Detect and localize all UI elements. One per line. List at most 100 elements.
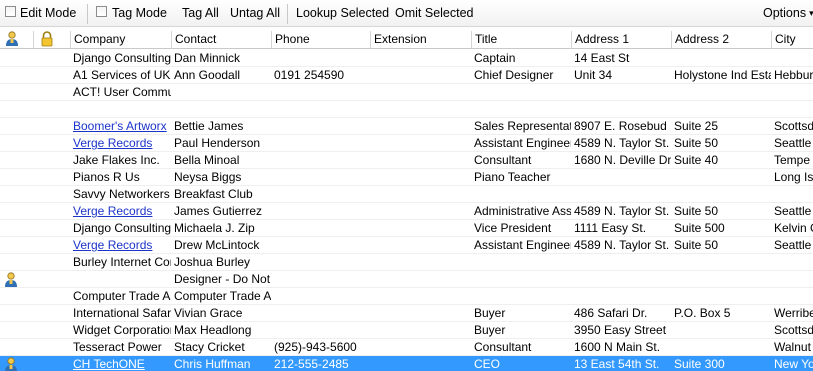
cell-phone [271,135,370,152]
cell-extension [370,186,471,203]
column-header-contact-type[interactable] [0,31,33,48]
cell-title: Buyer [474,306,506,320]
table-row[interactable]: Widget Corporation Max Headlong Buyer 3950 … [0,322,813,339]
table-row[interactable]: Pianos R Us Neysa Biggs Piano Teacher Long … [0,169,813,186]
column-header-address-1[interactable]: Address 1 [571,31,671,48]
untag-all-button[interactable]: Untag All [230,6,280,20]
table-row[interactable]: Boomer's Artworx Bettie James Sales Repres… [0,118,813,135]
table-row[interactable] [0,101,813,118]
cell-city: Walnut Cr [774,340,813,354]
column-header-address-2[interactable]: Address 2 [671,31,771,48]
cell-title: Buyer [474,323,506,337]
table-row[interactable]: Verge Records Drew McLintock Assistant Eng… [0,237,813,254]
table-row[interactable]: Savvy Networkers I Breakfast Club [0,186,813,203]
cell-city [771,271,813,288]
cell-extension [370,118,471,135]
cell-company: International Safari [73,306,171,320]
cell-address2: Holystone Ind Estat [674,68,771,82]
cell-phone [271,50,370,67]
cell-extension [370,254,471,271]
edit-mode-label[interactable]: Edit Mode [20,6,76,20]
cell-company[interactable]: Verge Records [70,203,171,220]
table-row[interactable]: A1 Services of UK Ann Goodall 0191 254590 C… [0,67,813,84]
cell-company[interactable]: Boomer's Artworx [70,118,171,135]
cell-company: Pianos R Us [73,170,140,184]
column-header-company[interactable]: Company [70,31,171,48]
user-icon [5,272,17,287]
cell-city: Werribee [774,306,813,320]
options-menu-button[interactable]: Options ▾ [763,6,813,20]
cell-company: Savvy Networkers I [73,187,171,201]
lock-icon [41,31,53,47]
cell-city: New York [774,357,813,371]
cell-company [70,101,171,118]
contact-grid: Company Contact Phone Extension Title Ad… [0,31,813,371]
toolbar: Edit Mode Tag Mode Tag All Untag All Loo… [0,0,813,27]
table-row[interactable]: Burley Internet Com Joshua Burley [0,254,813,271]
table-row[interactable]: ACT! User Commur [0,84,813,101]
cell-address1: 4589 N. Taylor St. [574,238,670,252]
user-icon [5,357,17,371]
cell-address1 [571,84,671,101]
cell-phone [271,169,370,186]
cell-contact: Neysa Biggs [174,170,242,184]
column-header-city[interactable]: City [771,31,813,48]
grid-header: Company Contact Phone Extension Title Ad… [0,31,813,49]
column-header-extension[interactable]: Extension [370,31,471,48]
cell-contact: Bella Minoal [174,153,240,167]
cell-phone [271,152,370,169]
cell-extension [370,152,471,169]
column-header-contact[interactable]: Contact [171,31,271,48]
cell-extension [370,305,471,322]
cell-extension [370,288,471,305]
cell-address2: Suite 25 [674,119,719,133]
cell-title [471,101,571,118]
cell-company[interactable]: Verge Records [70,237,171,254]
cell-address1: Unit 34 [574,68,613,82]
cell-contact: Vivian Grace [174,306,243,320]
cell-title: Piano Teacher [474,170,551,184]
table-row[interactable]: Designer - Do Not D [0,271,813,288]
table-row[interactable]: Tesseract Power Stacy Cricket (925)-943-56… [0,339,813,356]
cell-city: Seattle [774,238,812,252]
cell-city: Kelvin Gro [774,221,813,235]
cell-company[interactable]: CH TechONE [70,356,171,371]
cell-address1 [571,288,671,305]
column-header-phone[interactable]: Phone [271,31,370,48]
tag-mode-checkbox[interactable] [96,6,107,17]
table-row[interactable]: Verge Records Paul Henderson Assistant Eng… [0,135,813,152]
tag-mode-label[interactable]: Tag Mode [112,6,167,20]
lookup-selected-button[interactable]: Lookup Selected [296,6,389,20]
user-icon [6,31,18,46]
table-row[interactable]: Django Consulting Michaela J. Zip Vice Pre… [0,220,813,237]
cell-title: Vice President [474,221,552,235]
table-row[interactable]: Verge Records James Gutierrez Administrati… [0,203,813,220]
cell-title: Captain [474,51,516,65]
cell-company[interactable]: Verge Records [70,135,171,152]
cell-contact: Designer - Do Not D [174,272,271,286]
cell-address2: Suite 40 [674,153,719,167]
cell-title [471,186,571,203]
cell-phone [271,220,370,237]
cell-extension [370,203,471,220]
cell-company: Widget Corporation [73,323,171,337]
cell-city [771,84,813,101]
table-row-selected[interactable]: CH TechONE Chris Huffman 212-555-2485 CEO 13… [0,356,813,371]
column-header-private[interactable] [33,31,70,48]
table-row[interactable]: Computer Trade As Computer Trade As [0,288,813,305]
cell-contact: Max Headlong [174,323,252,337]
cell-city: Scottsdale [774,119,813,133]
cell-extension [370,135,471,152]
cell-extension [370,322,471,339]
edit-mode-checkbox[interactable] [5,6,16,17]
omit-selected-button[interactable]: Omit Selected [395,6,474,20]
table-row[interactable]: Jake Flakes Inc. Bella Minoal Consultant 16… [0,152,813,169]
table-row[interactable]: International Safari Vivian Grace Buyer 486… [0,305,813,322]
tag-all-button[interactable]: Tag All [182,6,219,20]
cell-address1: 4589 N. Taylor St. [574,136,670,150]
column-header-title[interactable]: Title [471,31,571,48]
table-row[interactable]: Django Consulting Dan Minnick Captain 14 Ea… [0,50,813,67]
cell-address2 [671,186,771,203]
cell-address2: Suite 300 [674,357,725,371]
cell-address2 [671,339,771,356]
